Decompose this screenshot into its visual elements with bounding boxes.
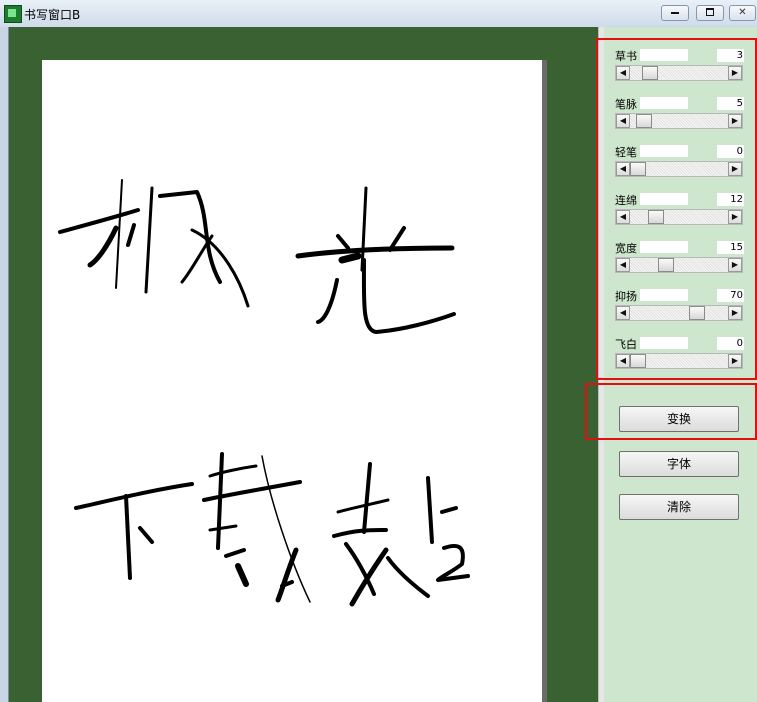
scroll-right-arrow-icon[interactable]: ▶ — [728, 258, 742, 272]
writing-paper[interactable] — [42, 60, 542, 702]
slider-group-cursive: 草书 3 ◀ ▶ — [604, 47, 757, 93]
slider-label: 宽度 — [615, 242, 637, 255]
slider-value: 3 — [717, 49, 744, 62]
scroll-thumb[interactable] — [689, 306, 705, 320]
scroll-left-arrow-icon[interactable]: ◀ — [616, 258, 630, 272]
scroll-thumb[interactable] — [658, 258, 674, 272]
brush-pulse-scrollbar[interactable]: ◀ ▶ — [615, 113, 743, 129]
slider-group-cadence: 抑扬 70 ◀ ▶ — [604, 287, 757, 333]
scroll-thumb[interactable] — [630, 354, 646, 368]
label-field — [640, 337, 688, 349]
cursive-scrollbar[interactable]: ◀ ▶ — [615, 65, 743, 81]
scroll-right-arrow-icon[interactable]: ▶ — [728, 306, 742, 320]
scroll-thumb[interactable] — [636, 114, 652, 128]
flying-white-scrollbar[interactable]: ◀ ▶ — [615, 353, 743, 369]
scroll-right-arrow-icon[interactable]: ▶ — [728, 114, 742, 128]
label-field — [640, 193, 688, 205]
minimize-icon — [671, 12, 679, 14]
slider-label: 抑扬 — [615, 290, 637, 303]
label-field — [640, 97, 688, 109]
slider-label: 轻笔 — [615, 146, 637, 159]
scroll-right-arrow-icon[interactable]: ▶ — [728, 354, 742, 368]
label-field — [640, 289, 688, 301]
label-field — [640, 241, 688, 253]
control-panel: 草书 3 ◀ ▶ 笔脉 5 ◀ ▶ 轻笔 0 ◀ ▶ 连绵 12 ◀ ▶ 宽度 … — [585, 27, 757, 702]
title-bar: 书写窗口B ✕ — [0, 0, 757, 28]
handwriting-strokes — [58, 179, 470, 607]
scroll-right-arrow-icon[interactable]: ▶ — [728, 66, 742, 80]
slider-label: 草书 — [615, 50, 637, 63]
scroll-thumb[interactable] — [642, 66, 658, 80]
transform-button[interactable]: 变换 — [619, 406, 739, 432]
width-scrollbar[interactable]: ◀ ▶ — [615, 257, 743, 273]
scroll-left-arrow-icon[interactable]: ◀ — [616, 114, 630, 128]
scroll-right-arrow-icon[interactable]: ▶ — [728, 162, 742, 176]
writing-canvas-area[interactable] — [9, 27, 598, 702]
light-stroke-scrollbar[interactable]: ◀ ▶ — [615, 161, 743, 177]
close-button[interactable]: ✕ — [729, 5, 756, 21]
slider-group-continuity: 连绵 12 ◀ ▶ — [604, 191, 757, 237]
label-field — [640, 49, 688, 61]
slider-value: 0 — [717, 145, 744, 158]
scroll-thumb[interactable] — [630, 162, 646, 176]
slider-value: 15 — [717, 241, 744, 254]
slider-label: 飞白 — [615, 338, 637, 351]
slider-value: 5 — [717, 97, 744, 110]
slider-group-light-stroke: 轻笔 0 ◀ ▶ — [604, 143, 757, 189]
app-icon — [4, 5, 22, 23]
font-button[interactable]: 字体 — [619, 451, 739, 477]
scroll-left-arrow-icon[interactable]: ◀ — [616, 162, 630, 176]
cadence-scrollbar[interactable]: ◀ ▶ — [615, 305, 743, 321]
scroll-left-arrow-icon[interactable]: ◀ — [616, 354, 630, 368]
window-frame-left — [0, 27, 9, 702]
scroll-left-arrow-icon[interactable]: ◀ — [616, 306, 630, 320]
window-title: 书写窗口B — [24, 8, 81, 22]
maximize-icon — [706, 8, 714, 16]
scroll-thumb[interactable] — [648, 210, 664, 224]
scroll-right-arrow-icon[interactable]: ▶ — [728, 210, 742, 224]
minimize-button[interactable] — [661, 5, 689, 21]
maximize-button[interactable] — [696, 5, 724, 21]
slider-group-brush-pulse: 笔脉 5 ◀ ▶ — [604, 95, 757, 141]
slider-value: 0 — [717, 337, 744, 350]
slider-group-flying-white: 飞白 0 ◀ ▶ — [604, 335, 757, 381]
slider-group-width: 宽度 15 ◀ ▶ — [604, 239, 757, 285]
clear-button[interactable]: 清除 — [619, 494, 739, 520]
slider-value: 70 — [717, 289, 744, 302]
continuity-scrollbar[interactable]: ◀ ▶ — [615, 209, 743, 225]
slider-value: 12 — [717, 193, 744, 206]
slider-label: 连绵 — [615, 194, 637, 207]
scroll-left-arrow-icon[interactable]: ◀ — [616, 66, 630, 80]
slider-label: 笔脉 — [615, 98, 637, 111]
scroll-left-arrow-icon[interactable]: ◀ — [616, 210, 630, 224]
close-icon: ✕ — [738, 7, 747, 18]
label-field — [640, 145, 688, 157]
